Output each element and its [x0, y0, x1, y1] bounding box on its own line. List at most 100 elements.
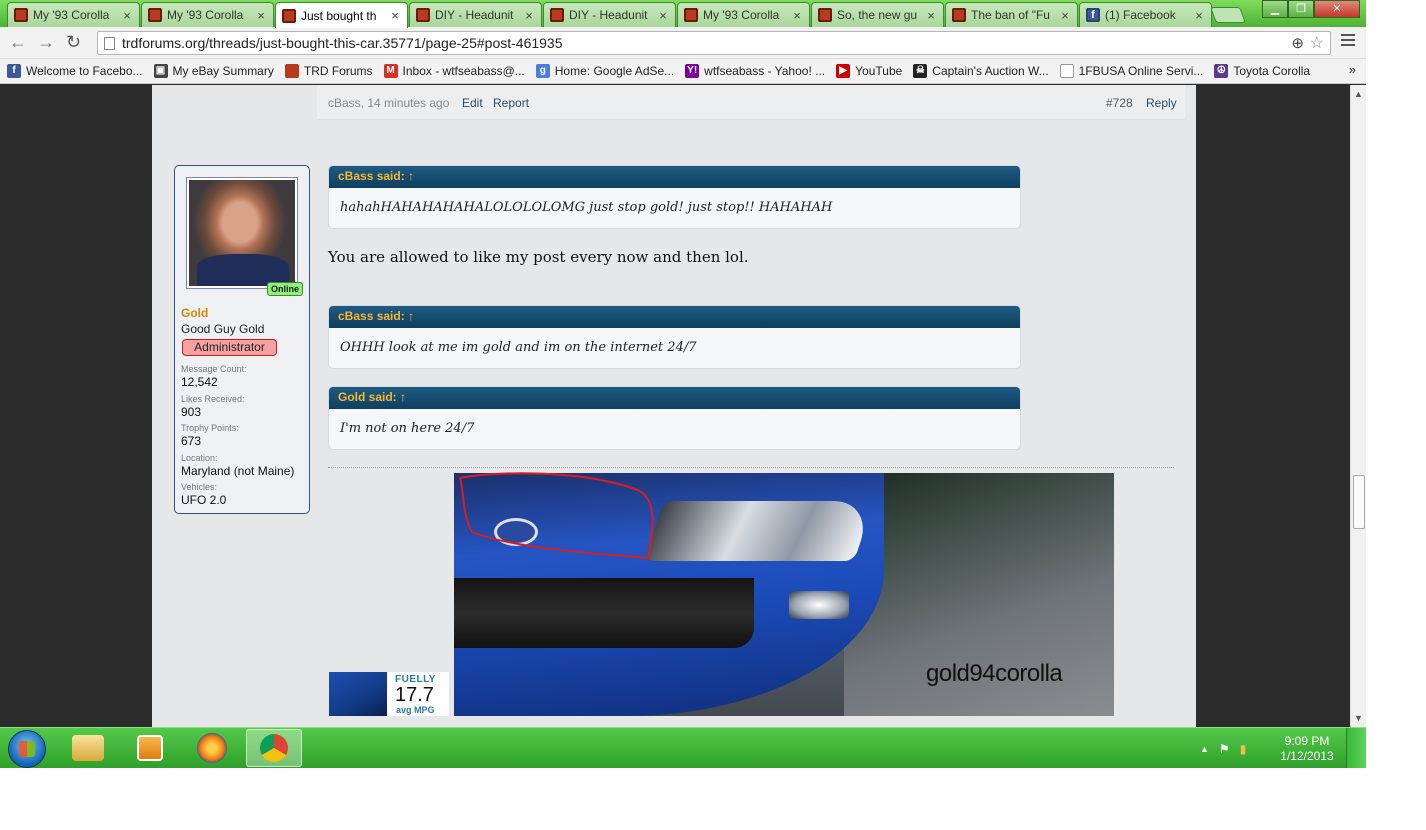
show-desktop-button[interactable] [1346, 728, 1366, 768]
bookmark-label: Captain's Auction W... [932, 64, 1049, 78]
username-link[interactable]: Gold [181, 306, 208, 320]
signature-watermark: gold94corolla [926, 660, 1063, 687]
quote-author-link[interactable]: Gold said: ↑ [329, 387, 1020, 409]
screen: My '93 Corolla × My '93 Corolla × Just bough… [0, 0, 1366, 768]
bookmark-item[interactable]: ▶ YouTube [836, 64, 902, 78]
minimize-button[interactable]: ▁ [1262, 0, 1288, 18]
report-link[interactable]: Report [493, 96, 529, 110]
bookmark-item[interactable]: 1FBUSA Online Servi... [1059, 64, 1203, 78]
stat-value: UFO 2.0 [181, 493, 227, 507]
reload-icon[interactable]: ↻ [66, 32, 81, 52]
fuelly-badge[interactable]: FUELLY 17.7 avg MPG [329, 672, 449, 716]
vertical-scrollbar[interactable]: ▲ ▼ [1350, 85, 1366, 727]
tab-close-icon[interactable]: × [523, 8, 535, 23]
browser-tab[interactable]: My '93 Corolla × [677, 2, 810, 27]
quote-block: Gold said: ↑ I'm not on here 24/7 [328, 386, 1021, 450]
show-hidden-icons-icon[interactable]: ▲ [1200, 744, 1209, 754]
browser-tab[interactable]: The ban of "Fu × [945, 2, 1078, 27]
close-window-button[interactable]: ✕ [1314, 0, 1360, 18]
trd-favicon-icon [550, 8, 564, 22]
tab-title: DIY - Headunit [569, 8, 648, 22]
firefox-taskbar-icon[interactable] [184, 729, 240, 767]
bookmark-favicon-icon [284, 64, 299, 78]
explorer-taskbar-icon[interactable] [60, 729, 116, 767]
reply-link[interactable]: Reply [1146, 96, 1177, 110]
zoom-icon[interactable]: ⊕ [1291, 34, 1304, 52]
scrollbar-thumb[interactable] [1353, 475, 1365, 529]
tab-close-icon[interactable]: × [255, 8, 267, 23]
bookmark-label: Inbox - wtfseabass@... [402, 64, 525, 78]
bookmark-item[interactable]: TRD Forums [284, 64, 373, 78]
taskbar-clock[interactable]: 9:09 PM 1/12/2013 [1272, 734, 1342, 764]
browser-tab[interactable]: So, the new gu × [811, 2, 944, 27]
bookmark-label: Toyota Corolla [1233, 64, 1311, 78]
clock-time: 9:09 PM [1284, 734, 1330, 748]
browser-tab[interactable]: (1) Facebook × [1079, 2, 1212, 27]
tab-close-icon[interactable]: × [1193, 8, 1205, 23]
stat-label: Vehicles: [181, 482, 218, 492]
bookmark-item[interactable]: g Home: Google AdSe... [535, 64, 674, 78]
bookmarks-bar: f Welcome to Facebo... ▣ My eBay Summary TRD… [0, 59, 1366, 84]
forward-arrow-icon[interactable]: → [37, 32, 55, 52]
bookmark-favicon-icon: ☮ [1214, 64, 1229, 78]
maximize-button[interactable]: ❐ [1288, 0, 1314, 18]
bookmark-star-icon[interactable]: ☆ [1310, 33, 1324, 53]
user-info-card: Online Gold Good Guy Gold Administrator … [174, 165, 310, 514]
back-arrow-icon[interactable]: ← [9, 32, 27, 52]
bookmark-item[interactable]: f Welcome to Facebo... [7, 64, 143, 78]
browser-tab[interactable]: My '93 Corolla × [7, 2, 140, 27]
trd-favicon-icon [818, 8, 832, 22]
chrome-taskbar-icon[interactable] [246, 729, 302, 767]
scroll-up-icon[interactable]: ▲ [1354, 89, 1363, 99]
bookmark-item[interactable]: ☮ Toyota Corolla [1214, 64, 1310, 78]
edit-link[interactable]: Edit [462, 96, 483, 110]
stat-value: 12,542 [181, 375, 218, 389]
tab-close-icon[interactable]: × [791, 8, 803, 23]
page-viewport: cBass, 14 minutes ago Edit Report #728 R… [0, 85, 1350, 727]
tab-title: My '93 Corolla [33, 8, 110, 22]
stat-value: 673 [181, 434, 202, 448]
facebook-favicon-icon [1086, 8, 1100, 22]
bookmark-item[interactable]: M Inbox - wtfseabass@... [383, 64, 525, 78]
new-tab-button[interactable] [1210, 7, 1246, 23]
quote-block: cBass said: ↑ OHHH look at me im gold an… [328, 305, 1021, 369]
address-bar[interactable]: trdforums.org/threads/just-bought-this-c… [97, 31, 1331, 55]
tab-close-icon[interactable]: × [1059, 8, 1071, 23]
browser-tab[interactable]: DIY - Headunit × [409, 2, 542, 27]
chrome-menu-icon[interactable] [1341, 34, 1355, 49]
avatar[interactable]: Online [186, 177, 303, 296]
tab-strip: My '93 Corolla × My '93 Corolla × Just bough… [0, 0, 1366, 28]
post-number-link[interactable]: #728 [1106, 96, 1133, 110]
stat-value: 903 [181, 404, 202, 419]
quote-author-link[interactable]: cBass said: ↑ [329, 306, 1020, 328]
tab-close-icon[interactable]: × [389, 8, 401, 23]
stat-label: Likes Received: [181, 393, 245, 404]
action-center-flag-icon[interactable]: ⚑ [1219, 742, 1230, 756]
browser-tab[interactable]: DIY - Headunit × [543, 2, 676, 27]
trd-favicon-icon [416, 8, 430, 22]
network-signal-icon[interactable]: ▮ [1240, 742, 1247, 756]
bookmark-item[interactable]: ☠ Captain's Auction W... [913, 64, 1049, 78]
tab-close-icon[interactable]: × [657, 8, 669, 23]
tab-title: (1) Facebook [1105, 8, 1176, 22]
bookmark-item[interactable]: ▣ My eBay Summary [153, 64, 274, 78]
trd-favicon-icon [148, 8, 162, 22]
bookmark-item[interactable]: Y! wtfseabass - Yahoo! ... [685, 64, 825, 78]
tab-title: My '93 Corolla [703, 8, 780, 22]
bookmarks-overflow-icon[interactable]: » [1349, 62, 1356, 77]
clock-date: 1/12/2013 [1280, 749, 1334, 763]
media-player-taskbar-icon[interactable] [122, 729, 178, 767]
stat-label: Trophy Points: [181, 423, 239, 433]
signature-image: gold94corolla [454, 473, 1114, 716]
quote-text: hahahHAHAHAHAHALOLOLOLOMG just stop gold… [340, 200, 833, 215]
quote-author-link[interactable]: cBass said: ↑ [329, 166, 1020, 188]
window-controls: ▁ ❐ ✕ [1262, 0, 1360, 18]
tab-title: DIY - Headunit [435, 8, 514, 22]
tab-close-icon[interactable]: × [121, 8, 133, 23]
browser-tab[interactable]: My '93 Corolla × [141, 2, 274, 27]
browser-tab[interactable]: Just bought th × [275, 2, 408, 28]
scroll-down-icon[interactable]: ▼ [1354, 713, 1363, 723]
start-button[interactable] [8, 730, 46, 768]
tab-close-icon[interactable]: × [925, 8, 937, 23]
quote-text: OHHH look at me im gold and im on the in… [340, 340, 697, 355]
